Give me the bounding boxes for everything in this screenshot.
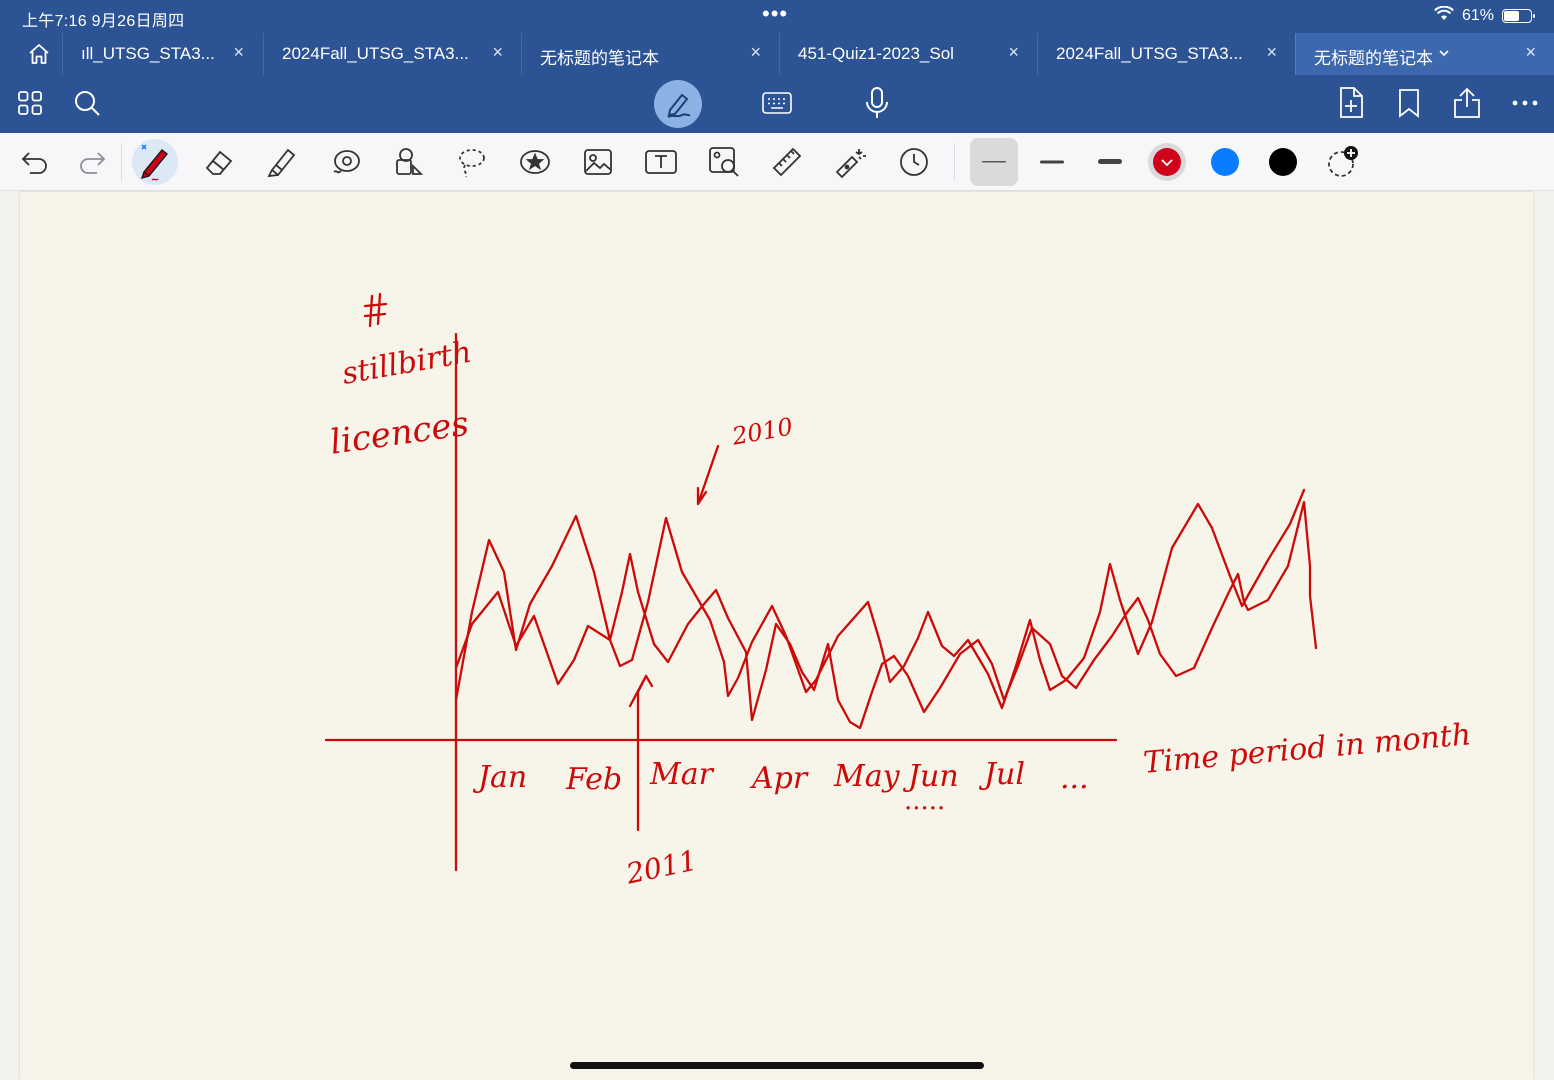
pencil-mode-icon[interactable] xyxy=(654,80,702,128)
close-icon[interactable]: × xyxy=(233,42,244,63)
add-page-icon[interactable] xyxy=(1335,85,1367,121)
tab-label: 无标题的笔记本 xyxy=(540,49,659,68)
undo-icon[interactable] xyxy=(12,133,58,191)
redo-icon[interactable] xyxy=(69,133,115,191)
annotation-2011: 2011 xyxy=(622,844,700,891)
highlighter-icon[interactable] xyxy=(259,133,305,191)
microphone-icon[interactable] xyxy=(861,85,893,121)
tab-label: ıll_UTSG_STA3... xyxy=(81,44,215,63)
tab-label: 2024Fall_UTSG_STA3... xyxy=(1056,44,1243,63)
laser-pointer-icon[interactable] xyxy=(827,133,873,191)
jun-dots: ····· xyxy=(904,794,945,824)
tab-label: 无标题的笔记本 xyxy=(1314,49,1433,68)
shape-icon[interactable] xyxy=(323,133,369,191)
tab-5[interactable]: 2024Fall_UTSG_STA3... × xyxy=(1037,33,1295,75)
arrow-2010 xyxy=(696,444,720,506)
image-search-icon[interactable] xyxy=(701,133,747,191)
close-icon[interactable]: × xyxy=(492,42,503,63)
toolbar-divider xyxy=(121,143,122,181)
annotation-2010: 2010 xyxy=(729,412,795,450)
status-time: 上午7:16 9月26日周四 xyxy=(22,13,185,30)
drawing-canvas[interactable]: stillbirth licences 2010 2011 Time perio… xyxy=(20,192,1533,1080)
add-color-icon[interactable] xyxy=(1320,133,1366,191)
month-label-apr: Apr xyxy=(749,761,809,796)
thickness-thin[interactable] xyxy=(971,133,1017,191)
pen-icon[interactable] xyxy=(132,133,178,191)
month-label-jan: Jan xyxy=(472,760,527,795)
keyboard-icon[interactable] xyxy=(759,87,795,119)
month-label-jul: Jul xyxy=(978,757,1025,792)
month-ellipsis: ... xyxy=(1060,761,1089,796)
tab-label: 451-Quiz1-2023_Sol xyxy=(798,44,954,63)
more-icon[interactable] xyxy=(1508,87,1542,119)
tab-4[interactable]: 451-Quiz1-2023_Sol × xyxy=(779,33,1037,75)
color-blue-swatch[interactable] xyxy=(1211,148,1239,176)
multitasking-dots[interactable]: ••• xyxy=(762,1,788,27)
thickness-thick[interactable] xyxy=(1087,133,1133,191)
tab-1[interactable]: ıll_UTSG_STA3... × xyxy=(62,33,262,75)
elements-icon[interactable] xyxy=(386,133,432,191)
wifi-icon xyxy=(1434,5,1454,26)
month-label-feb: Feb xyxy=(565,762,622,797)
grid-icon[interactable] xyxy=(14,87,46,119)
y-label-line-2: stillbirth xyxy=(339,335,474,392)
share-icon[interactable] xyxy=(1451,85,1483,121)
toolbar-divider xyxy=(954,143,955,181)
battery-percent: 61% xyxy=(1461,7,1494,24)
series-line-2010 xyxy=(454,500,1318,730)
drawing-toolbar xyxy=(0,133,1554,191)
close-icon[interactable]: × xyxy=(1525,42,1536,63)
arrow-2011 xyxy=(628,674,654,832)
clock-icon[interactable] xyxy=(891,133,937,191)
eraser-icon[interactable] xyxy=(196,133,242,191)
status-right: 61% xyxy=(1434,5,1535,26)
month-label-jun: Jun xyxy=(902,759,959,794)
tab-6-active[interactable]: 无标题的笔记本 × xyxy=(1295,33,1554,75)
y-label-line-3: licences xyxy=(328,404,472,463)
bookmark-icon[interactable] xyxy=(1393,85,1425,121)
color-black-swatch[interactable] xyxy=(1269,148,1297,176)
close-icon[interactable]: × xyxy=(750,42,761,63)
tab-3[interactable]: 无标题的笔记本 × xyxy=(521,33,779,75)
chevron-down-icon[interactable] xyxy=(1438,46,1450,64)
month-label-may: May xyxy=(833,759,901,794)
search-icon[interactable] xyxy=(71,87,103,119)
tab-label: 2024Fall_UTSG_STA3... xyxy=(282,44,469,63)
main-toolbar xyxy=(0,75,1554,133)
image-icon[interactable] xyxy=(575,133,621,191)
month-label-mar: Mar xyxy=(649,757,715,792)
text-icon[interactable] xyxy=(638,133,684,191)
close-icon[interactable]: × xyxy=(1266,42,1277,63)
ruler-icon[interactable] xyxy=(764,133,810,191)
tab-strip: ıll_UTSG_STA3... × 2024Fall_UTSG_STA3...… xyxy=(0,33,1554,75)
hash-symbol xyxy=(363,292,388,328)
sticker-icon[interactable] xyxy=(512,133,558,191)
top-bar: 上午7:16 9月26日周四 ••• 61% ıll_UTSG_STA3... … xyxy=(0,0,1554,133)
thickness-medium[interactable] xyxy=(1029,133,1075,191)
close-icon[interactable]: × xyxy=(1008,42,1019,63)
color-red-swatch[interactable] xyxy=(1153,148,1181,176)
battery-icon xyxy=(1502,9,1535,23)
home-icon[interactable] xyxy=(24,41,54,67)
status-bar: 上午7:16 9月26日周四 ••• 61% xyxy=(0,0,1554,32)
notebook-page[interactable]: stillbirth licences 2010 2011 Time perio… xyxy=(20,192,1533,1080)
home-indicator[interactable] xyxy=(570,1062,984,1069)
tab-2[interactable]: 2024Fall_UTSG_STA3... × xyxy=(263,33,521,75)
x-axis-label: Time period in month xyxy=(1142,717,1473,781)
lasso-icon[interactable] xyxy=(449,133,495,191)
